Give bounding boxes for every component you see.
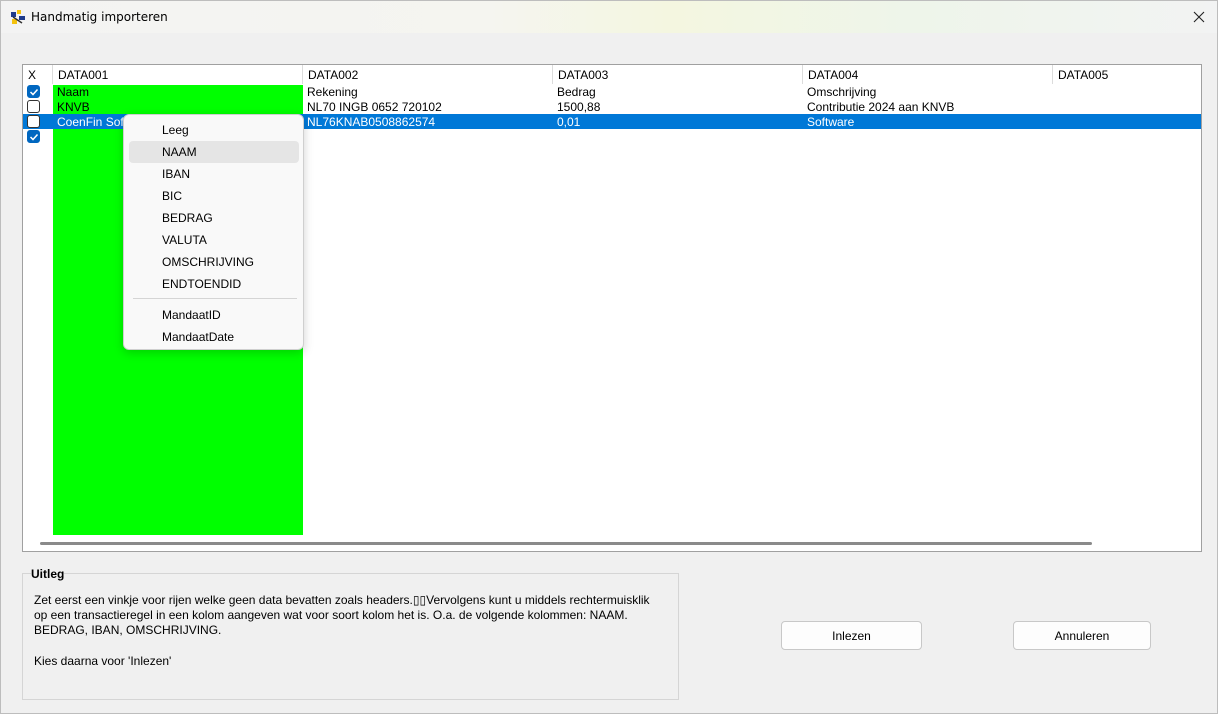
table-cell: NL76KNAB0508862574 <box>307 115 436 129</box>
row-checkbox[interactable] <box>27 115 40 128</box>
table-row[interactable]: KNVB NL70 INGB 0652 720102 1500,88 Contr… <box>23 99 1201 114</box>
window-title: Handmatig importeren <box>31 10 168 24</box>
title-bar: Handmatig importeren <box>1 1 1217 33</box>
column-type-context-menu: Leeg NAAM IBAN BIC BEDRAG VALUTA OMSCHRI… <box>123 114 304 350</box>
close-button[interactable] <box>1181 1 1217 33</box>
close-icon <box>1193 11 1205 23</box>
table-cell: Omschrijving <box>807 85 877 99</box>
horizontal-scrollbar[interactable] <box>40 542 1092 545</box>
grid-header-data004[interactable]: DATA004 <box>808 68 858 82</box>
table-cell: Software <box>807 115 855 129</box>
column-separator <box>302 65 303 84</box>
grid-header-data003[interactable]: DATA003 <box>558 68 608 82</box>
column-separator <box>1052 65 1053 84</box>
grid-header-data005[interactable]: DATA005 <box>1058 68 1108 82</box>
table-cell: KNVB <box>57 100 90 114</box>
menu-item-mandaatdate[interactable]: MandaatDate <box>129 326 299 348</box>
menu-item-iban[interactable]: IBAN <box>129 163 299 185</box>
uitleg-final-instruction: Kies daarna voor 'Inlezen' <box>34 654 172 668</box>
table-cell: NL70 INGB 0652 720102 <box>307 100 442 114</box>
table-cell: Contributie 2024 aan KNVB <box>807 100 955 114</box>
app-icon <box>10 9 26 25</box>
menu-item-endtoendid[interactable]: ENDTOENDID <box>129 273 299 295</box>
grid-header-data002[interactable]: DATA002 <box>308 68 358 82</box>
annuleren-button[interactable]: Annuleren <box>1013 621 1151 650</box>
import-dialog: Handmatig importeren X DATA001 DATA002 D… <box>0 0 1218 714</box>
row-checkbox[interactable] <box>27 130 40 143</box>
table-cell: Naam <box>57 85 90 99</box>
column-separator <box>52 65 53 84</box>
table-cell: 0,01 <box>557 115 581 129</box>
menu-item-mandaatid[interactable]: MandaatID <box>129 304 299 326</box>
grid-header-check: X <box>28 68 37 82</box>
menu-item-naam[interactable]: NAAM <box>129 141 299 163</box>
menu-item-bedrag[interactable]: BEDRAG <box>129 207 299 229</box>
column-separator <box>552 65 553 84</box>
table-cell: CoenFin Sof <box>57 115 124 129</box>
menu-item-bic[interactable]: BIC <box>129 185 299 207</box>
table-row[interactable]: Naam Rekening Bedrag Omschrijving <box>23 84 1201 99</box>
uitleg-instructions: Zet eerst een vinkje voor rijen welke ge… <box>34 593 650 637</box>
row-checkbox[interactable] <box>27 85 40 98</box>
menu-item-valuta[interactable]: VALUTA <box>129 229 299 251</box>
uitleg-title: Uitleg <box>31 567 65 581</box>
menu-item-leeg[interactable]: Leeg <box>129 119 299 141</box>
column-separator <box>802 65 803 84</box>
menu-separator <box>133 298 297 299</box>
row-checkbox[interactable] <box>27 100 40 113</box>
grid-header-data001[interactable]: DATA001 <box>58 68 108 82</box>
table-cell: 1500,88 <box>557 100 601 114</box>
menu-item-omschrijving[interactable]: OMSCHRIJVING <box>129 251 299 273</box>
table-cell: Rekening <box>307 85 358 99</box>
table-cell: Bedrag <box>557 85 596 99</box>
inlezen-button[interactable]: Inlezen <box>781 621 922 650</box>
